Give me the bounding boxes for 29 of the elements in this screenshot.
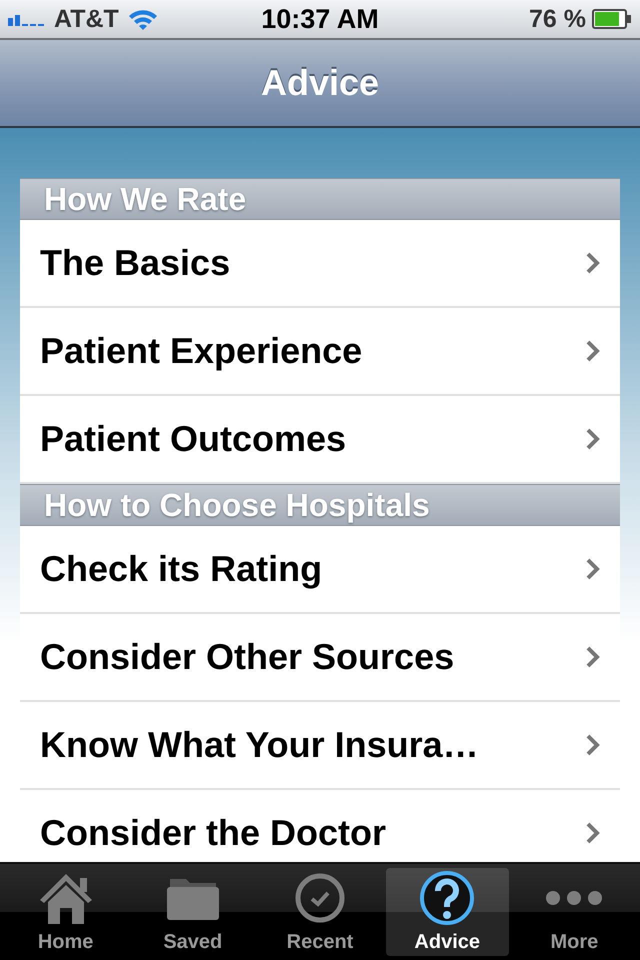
clock-time: 10:37 AM [260,4,380,34]
battery-icon [592,9,632,29]
screen-title: Advice [260,62,380,104]
chevron-icon [586,252,600,274]
list-row[interactable]: The Basics [20,220,620,308]
chevron-icon [586,822,600,844]
signal-icon [8,12,46,26]
chevron-icon [586,734,600,756]
section-header: How We Rate [20,178,620,220]
tab[interactable]: Advice [386,868,509,956]
help-icon [419,870,476,926]
section-header: How to Choose Hospitals [20,484,620,526]
tab[interactable]: Recent [258,868,382,956]
tab[interactable]: Saved [131,868,254,956]
chevron-icon [586,428,600,450]
chevron-icon [586,558,600,580]
list-row[interactable]: Check its Rating [20,526,620,614]
list-row[interactable]: Patient Outcomes [20,396,620,484]
tab[interactable]: Home [4,868,128,956]
house-icon [38,872,94,924]
more-icon [545,890,604,906]
carrier-name: AT&T [54,4,119,34]
list-row[interactable]: Consider Other Sources [20,614,620,702]
clock-icon [294,872,346,924]
battery-percentage: 76 % [529,4,586,34]
chevron-icon [586,646,600,668]
list-row[interactable]: Patient Experience [20,308,620,396]
chevron-icon [586,340,600,362]
tab[interactable]: More [512,868,636,956]
